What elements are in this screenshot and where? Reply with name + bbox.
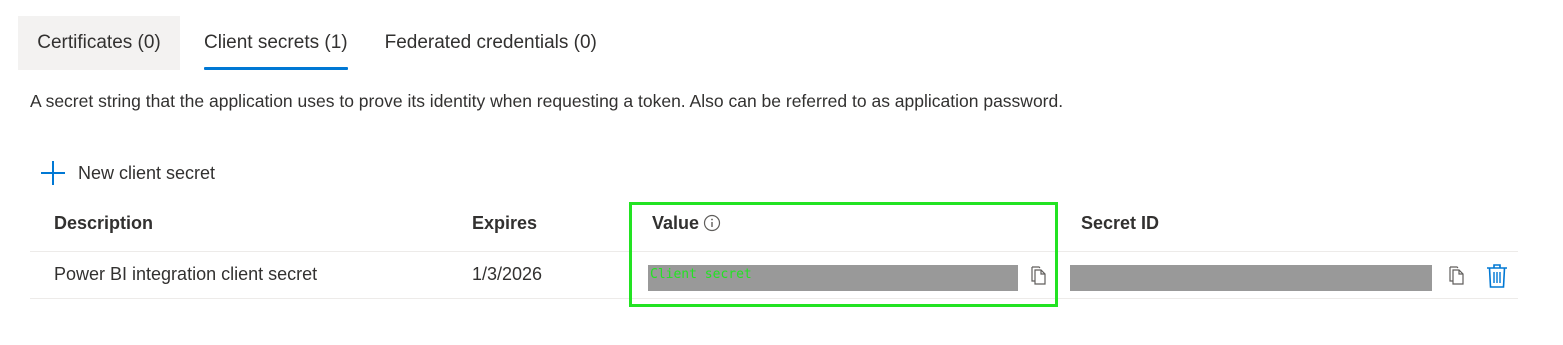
section-description: A secret string that the application use… [30,91,1064,111]
value-column-highlight [629,202,1058,307]
secret-description-cell: Power BI integration client secret [54,264,318,284]
tab-federated-credentials[interactable]: Federated credentials (0) [385,16,597,70]
tab-client-secrets-label: Client secrets (1) [204,32,348,53]
secret-expires-cell: 1/3/2026 [472,264,543,284]
tab-certificates[interactable]: Certificates (0) [18,16,180,70]
secret-id-redacted [1070,265,1432,291]
column-header-expires: Expires [472,213,538,233]
new-client-secret-button[interactable]: New client secret [40,159,215,187]
new-client-secret-label: New client secret [78,162,216,183]
column-header-secret-id: Secret ID [1081,213,1160,233]
tab-federated-credentials-label: Federated credentials (0) [384,32,597,53]
tab-client-secrets[interactable]: Client secrets (1) [204,16,348,70]
tab-certificates-label: Certificates (0) [37,32,161,53]
trash-icon[interactable] [1486,263,1508,289]
copy-secret-id-icon[interactable] [1447,266,1467,286]
column-header-description: Description [54,213,154,233]
credentials-tabs: Certificates (0) Client secrets (1) Fede… [18,16,597,70]
plus-icon [41,161,65,185]
client-secrets-page: Certificates (0) Client secrets (1) Fede… [0,0,1563,345]
